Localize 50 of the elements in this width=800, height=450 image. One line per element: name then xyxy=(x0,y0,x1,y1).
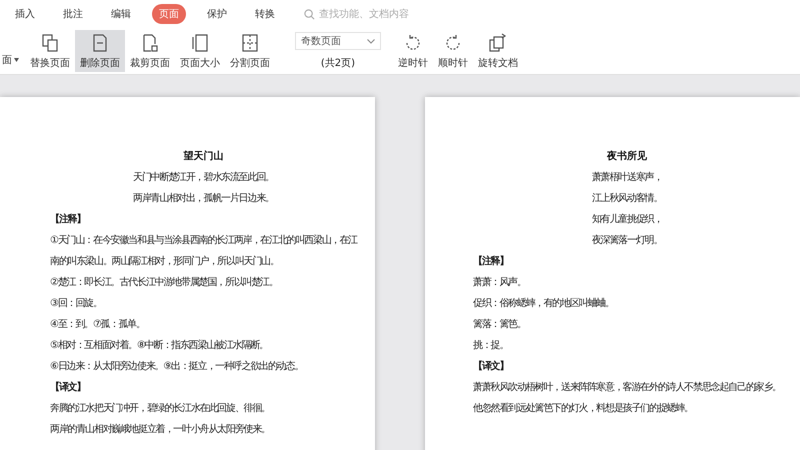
poem-line: 两岸青山相对出，孤帆一片日边来。 xyxy=(132,193,275,205)
toolbar-button[interactable]: 分割页面 xyxy=(225,30,275,72)
caret-icon xyxy=(14,58,19,62)
poem-line: 知有儿童挑促织， xyxy=(590,214,664,226)
poem-title: 望天门山 xyxy=(182,149,224,163)
note-text: 挑：捉。 xyxy=(473,340,510,352)
poem-title: 夜书所见 xyxy=(606,149,648,163)
toolbar-button[interactable]: 替换页面 xyxy=(25,30,75,72)
section-heading: 【注释】 xyxy=(473,256,510,268)
poem-line: 夜深篱落一灯明。 xyxy=(590,235,664,247)
toolbar-button[interactable]: 顺时针 xyxy=(433,30,473,72)
note-text: ②楚江：即长江。古代长江中游地带属楚国，所以叫楚江。 xyxy=(50,277,279,289)
menu-tab[interactable]: 保护 xyxy=(200,4,234,24)
note-text: 南的叫东梁山。两山隔江相对，形同门户，所以叫天门山。 xyxy=(50,256,280,268)
note-text: 萧萧秋风吹动梧树叶，送来阵阵寒意，客游在外的诗人不禁思念起自己的家乡。 xyxy=(473,382,782,394)
toolbar-button[interactable]: 删除页面 xyxy=(75,30,125,72)
note-text: 奔腾的江水把天门冲开，碧绿的长江水在此回旋、徘徊。 xyxy=(50,403,272,415)
note-text: ⑥日边来：从太阳旁边使来。⑨出：挺立，一种呼之欲出的动态。 xyxy=(50,361,304,373)
note-text: 促织：俗称蟋蟀，有的地区叫蛐蛐。 xyxy=(473,298,615,310)
toolbar-button[interactable]: 逆时针 xyxy=(393,30,433,72)
menu-tab[interactable]: 转换 xyxy=(248,4,282,24)
note-text: ⑤相对：互相面对着。⑧中断：指东西梁山被江水隔断。 xyxy=(50,340,269,352)
replace-pages-icon xyxy=(40,32,60,52)
rotate-document-icon xyxy=(488,32,508,52)
note-text: 萧萧：风声。 xyxy=(473,277,527,289)
search-icon xyxy=(304,8,315,20)
section-heading: 【译文】 xyxy=(50,382,86,394)
page-size-icon xyxy=(190,32,210,52)
note-text: ④至：到。⑦孤：孤单。 xyxy=(50,319,146,331)
menu-tab[interactable]: 插入 xyxy=(8,4,42,24)
poem-line: 萧萧梧叶送寒声， xyxy=(590,172,664,184)
poem-line: 江上秋风动客情。 xyxy=(590,193,664,205)
note-text: 两岸的青山相对巍峨地挺立着，一叶小舟从太阳旁使来。 xyxy=(50,424,272,436)
note-text: 篱落：篱笆。 xyxy=(473,319,527,331)
page-select-dropdown[interactable]: 奇数页面 xyxy=(295,32,381,50)
note-text: 他忽然看到远处篱笆下的灯火，料想是孩子们的捉蟋蟀。 xyxy=(473,403,694,415)
note-text: ①天门山：在今安徽当和县与当涂县西南的长江两岸，在江北的叫西梁山，在江 xyxy=(50,235,357,247)
toolbar-button[interactable]: 页面大小 xyxy=(175,30,225,72)
section-heading: 【译文】 xyxy=(473,361,510,373)
toolbar-button[interactable]: 裁剪页面 xyxy=(125,30,175,72)
toolbar-button[interactable]: 面 xyxy=(2,53,12,67)
menu-tab[interactable]: 编辑 xyxy=(104,4,138,24)
page-split-icon xyxy=(240,32,260,52)
menu-tab[interactable]: 批注 xyxy=(56,4,90,24)
note-text: ③回：回旋。 xyxy=(50,298,103,310)
page-count-label: (共2页) xyxy=(320,56,356,70)
poem-line: 天门中断楚江开，碧水东流至此回。 xyxy=(132,172,275,184)
section-heading: 【注释】 xyxy=(50,214,86,226)
toolbar-button[interactable]: 旋转文档 xyxy=(473,30,523,72)
chevron-down-icon xyxy=(367,38,375,44)
